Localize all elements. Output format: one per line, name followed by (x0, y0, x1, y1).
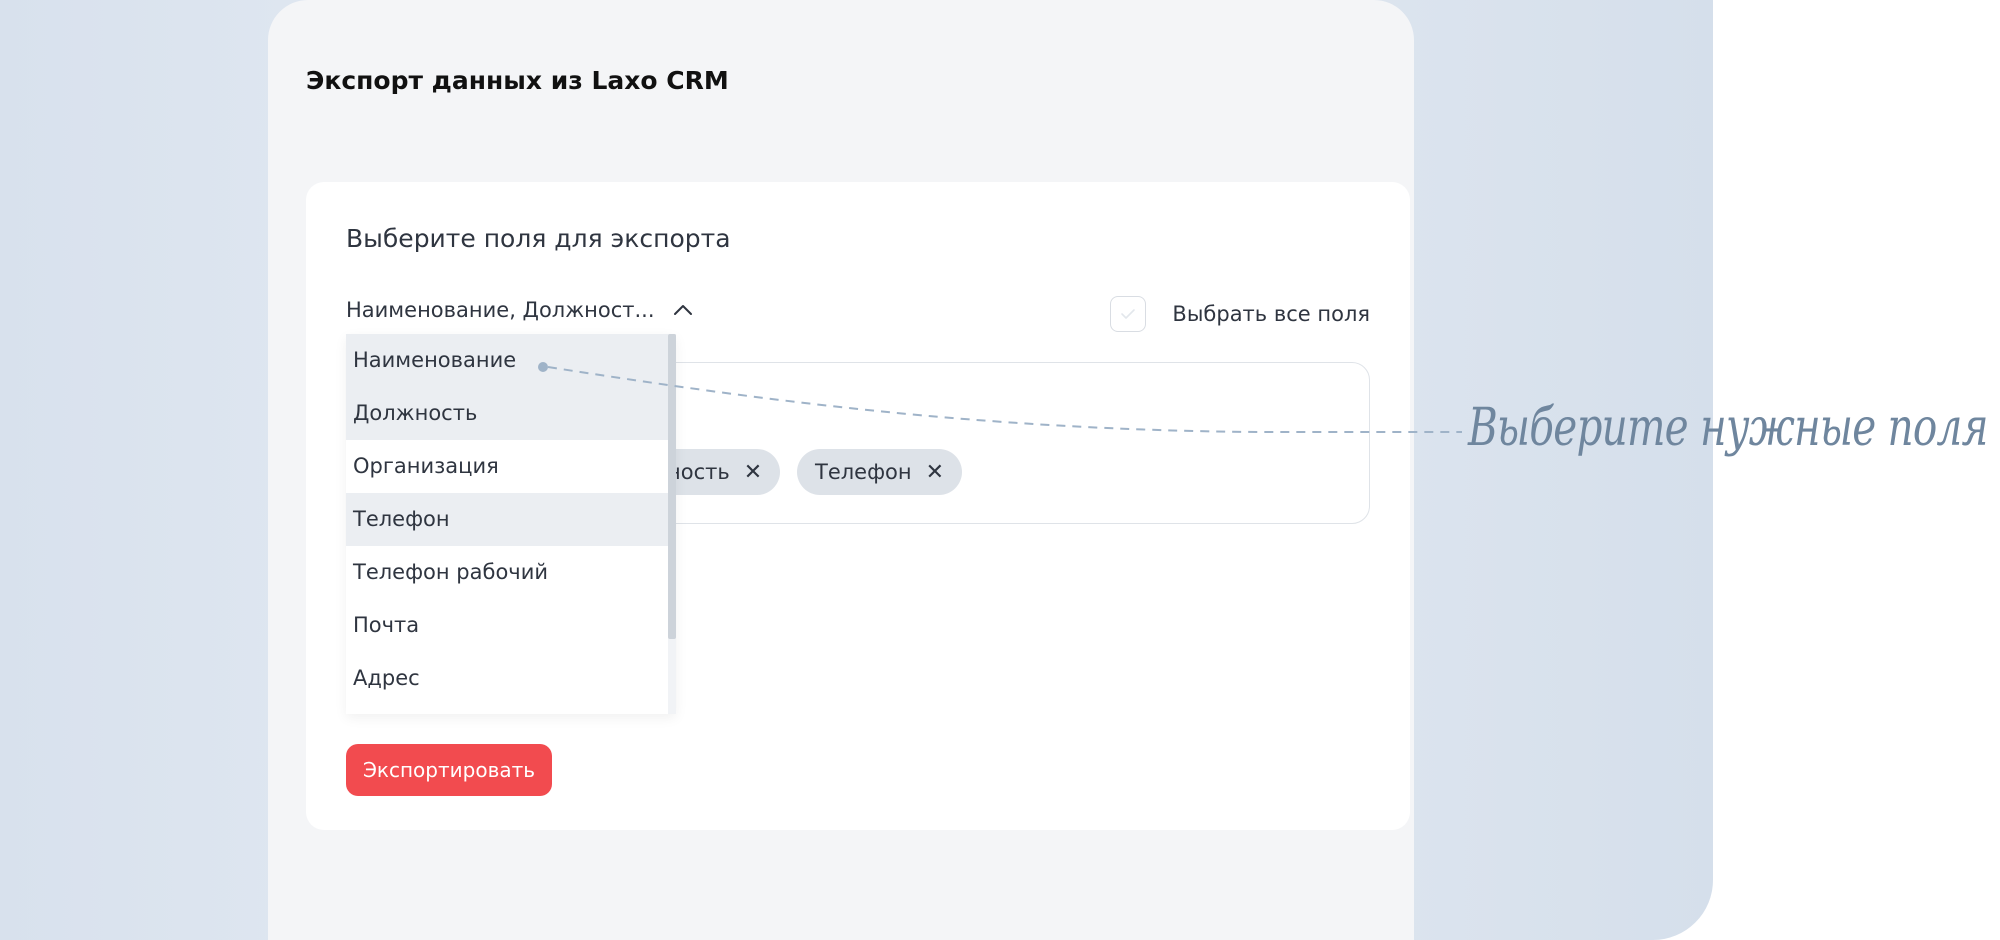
chevron-up-icon[interactable] (669, 298, 697, 322)
dropdown-item-email[interactable]: Почта (346, 599, 668, 652)
dropdown-item-address[interactable]: Адрес (346, 652, 668, 705)
select-all-checkbox[interactable] (1110, 296, 1147, 332)
tag-label: ность (667, 460, 730, 484)
select-all-label: Выбрать все поля (1172, 302, 1370, 326)
callout-annotation: Выберите нужные поля (1468, 398, 1988, 458)
checkmark-icon (1121, 309, 1136, 319)
close-icon[interactable]: ✕ (744, 460, 762, 485)
fields-select-value: Наименование, Должност... (346, 298, 655, 322)
card-title: Выберите поля для экспорта (346, 224, 731, 253)
select-all-control[interactable]: Выбрать все поля (1110, 296, 1370, 332)
dropdown-item-position[interactable]: Должность (346, 387, 668, 440)
fields-select[interactable]: Наименование, Должност... (346, 296, 697, 324)
dropdown-item-work-phone[interactable]: Телефон рабочий (346, 546, 668, 599)
close-icon[interactable]: ✕ (926, 460, 944, 485)
dropdown-scrollbar-thumb[interactable] (668, 334, 676, 639)
app-window: Экспорт данных из Laxo CRM Выберите поля… (268, 0, 1414, 940)
tag-label: Телефон (815, 460, 912, 484)
dropdown-scrollbar[interactable] (668, 334, 676, 714)
dropdown-item-organization[interactable]: Организация (346, 440, 668, 493)
backdrop: Экспорт данных из Laxo CRM Выберите поля… (0, 0, 1713, 940)
tag-phone: Телефон ✕ (797, 449, 963, 495)
page-title: Экспорт данных из Laxo CRM (306, 66, 729, 95)
dropdown-item-phone[interactable]: Телефон (346, 493, 668, 546)
export-card: Выберите поля для экспорта Наименование,… (306, 182, 1410, 830)
fields-dropdown: Наименование Должность Организация Телеф… (346, 334, 676, 714)
dropdown-item-name[interactable]: Наименование (346, 334, 668, 387)
export-button[interactable]: Экспортировать (346, 744, 552, 796)
